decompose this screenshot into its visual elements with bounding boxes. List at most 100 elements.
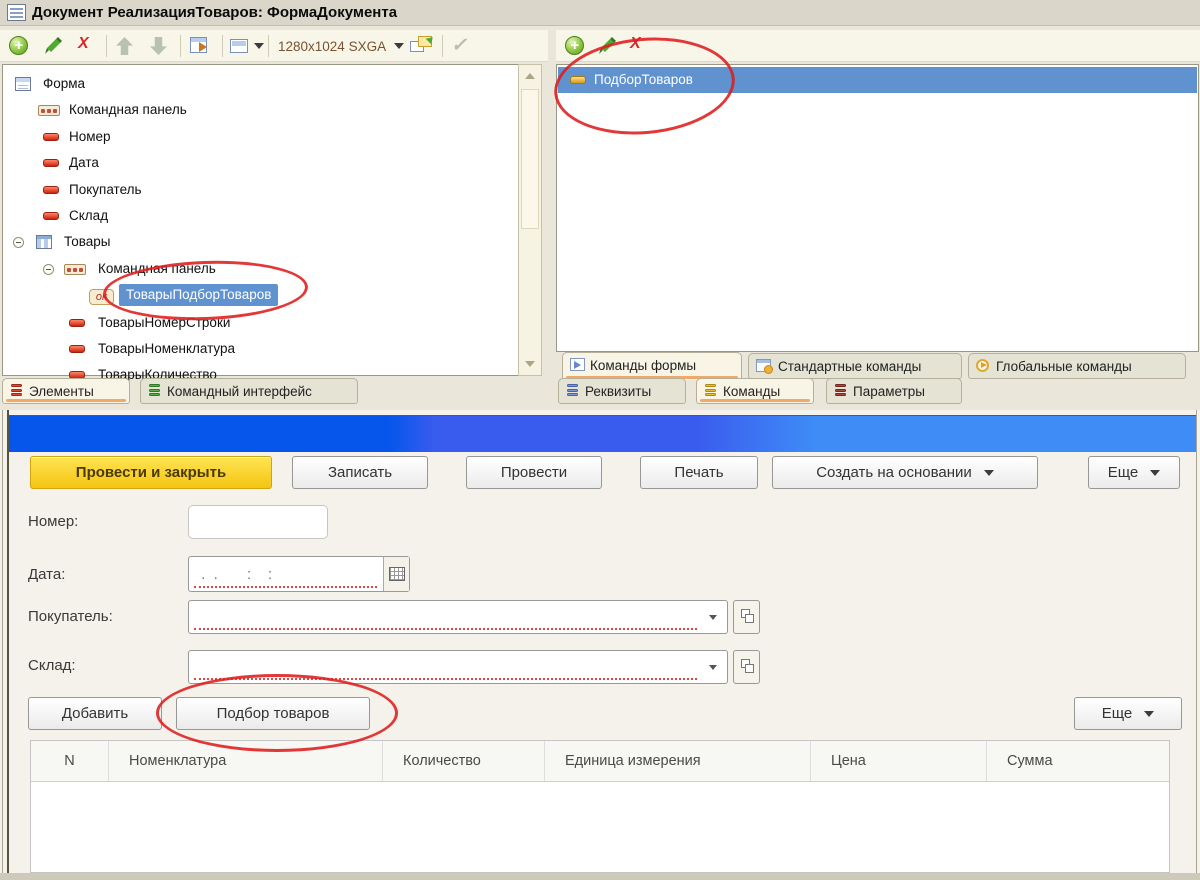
number-input[interactable] [189,506,327,538]
tree-item-command-bar[interactable]: Командная панель [3,97,517,123]
dropdown-caret-icon [709,665,717,670]
dropdown-caret-icon [709,615,717,620]
column-header-price[interactable]: Цена [811,741,987,781]
column-header-sum[interactable]: Сумма [987,741,1169,781]
dropdown-caret-icon [1144,710,1155,717]
tab-elements[interactable]: Элементы [2,378,130,404]
scroll-up-button[interactable] [520,66,540,86]
window-title: Документ РеализацияТоваров: ФормаДокумен… [32,4,398,21]
column-header-quantity[interactable]: Количество [383,741,545,781]
post-and-close-button[interactable]: Провести и закрыть [30,456,272,489]
circle-play-icon [976,359,989,372]
layout-mode-button[interactable] [228,33,254,59]
warehouse-choose-button[interactable] [733,650,760,684]
form-icon [15,77,31,91]
tab-standard-commands[interactable]: Стандартные команды [748,353,962,379]
buyer-label: Покупатель: [28,608,113,625]
active-tab-underline [700,399,810,402]
window-titlebar: Документ РеализацияТоваров: ФормаДокумен… [0,0,1200,26]
column-header-n[interactable]: N [31,741,109,781]
apply-button[interactable]: ✓ [448,33,474,59]
window-clock-icon [756,359,773,374]
more-button[interactable]: Еще [1088,456,1180,489]
column-header-unit[interactable]: Единица измерения [545,741,811,781]
tab-attributes[interactable]: Реквизиты [558,378,686,404]
date-field[interactable] [188,556,410,592]
tree-item-goods-nomenclature[interactable]: ТоварыНоменклатура [3,336,517,362]
layout-icon [230,39,248,53]
resolution-caret-icon[interactable] [394,43,404,49]
warehouse-dropdown-button[interactable] [703,651,727,683]
tab-commands[interactable]: Команды [696,378,814,404]
items-more-button[interactable]: Еще [1074,697,1182,730]
check-form-button[interactable] [188,33,214,59]
add-row-button[interactable]: Добавить [28,697,162,730]
save-button[interactable]: Записать [292,456,428,489]
green-stack-icon [149,384,161,398]
tab-form-commands[interactable]: Команды формы [562,352,742,380]
buyer-dropdown-button[interactable] [703,601,727,633]
scroll-down-icon [525,361,535,367]
form-arrow-icon [190,37,207,53]
scrollbar-thumb[interactable] [521,89,539,229]
move-up-button[interactable] [112,33,138,59]
red-stack-icon [11,384,23,398]
collapse-icon[interactable] [13,237,24,248]
delete-button[interactable]: X [74,33,100,59]
preview-border-line [1196,410,1197,880]
add-icon: + [565,36,584,55]
calendar-button[interactable] [383,557,409,591]
annotation-ellipse-pick-button [156,674,398,752]
field-icon [43,186,59,194]
scroll-up-icon [525,73,535,79]
preview-window-titlebar [9,415,1196,452]
warehouse-label: Склад: [28,657,76,674]
scroll-down-button[interactable] [520,354,540,374]
window-play-icon [570,358,585,371]
field-icon [43,212,59,220]
tree-item-goods-line-number[interactable]: ТоварыНомерСтроки [3,310,517,336]
dropdown-caret-icon [983,469,994,476]
post-button[interactable]: Провести [466,456,602,489]
buyer-choose-button[interactable] [733,600,760,634]
tree-item-date[interactable]: Дата [3,150,517,176]
preview-border-line [2,410,3,880]
tree-scrollbar[interactable] [518,64,542,376]
swap-windows-button[interactable] [408,31,439,59]
add-button[interactable]: + [6,33,32,59]
add-icon: + [9,36,28,55]
toolbar-separator [268,35,269,57]
tree-item-form[interactable]: Форма [3,71,517,97]
layout-caret-icon[interactable] [254,43,264,49]
tree-item-number[interactable]: Номер [3,124,517,150]
tab-parameters[interactable]: Параметры [826,378,962,404]
dropdown-caret-icon [1150,469,1161,476]
move-down-button[interactable] [146,33,172,59]
buyer-field[interactable] [188,600,728,634]
tree-item-buyer[interactable]: Покупатель [3,177,517,203]
required-field-underline [194,628,697,630]
date-label: Дата: [28,566,66,583]
pencil-icon [45,37,62,54]
tree-item-warehouse[interactable]: Склад [3,203,517,229]
resolution-selector[interactable]: 1280x1024 SXGA [278,39,386,54]
blue-stack-icon [567,384,579,398]
tree-item-goods[interactable]: Товары [3,229,517,255]
preview-border-line [7,410,9,880]
collapse-icon[interactable] [43,264,54,275]
tab-global-commands[interactable]: Глобальные команды [968,353,1186,379]
print-button[interactable]: Печать [640,456,758,489]
toolbar-separator [106,35,107,57]
active-tab-underline [6,399,126,402]
items-table: N Номенклатура Количество Единица измере… [30,740,1170,873]
create-based-on-button[interactable]: Создать на основании [772,456,1038,489]
edit-button[interactable] [40,33,66,59]
maroon-stack-icon [835,384,847,398]
items-table-body[interactable] [31,782,1169,873]
number-field[interactable] [188,505,328,539]
field-icon [69,319,85,327]
document-form-icon [7,4,26,21]
tab-command-interface[interactable]: Командный интерфейс [140,378,358,404]
delete-x-icon: X [78,35,89,52]
form-preview-area: Провести и закрыть Записать Провести Печ… [0,410,1200,880]
